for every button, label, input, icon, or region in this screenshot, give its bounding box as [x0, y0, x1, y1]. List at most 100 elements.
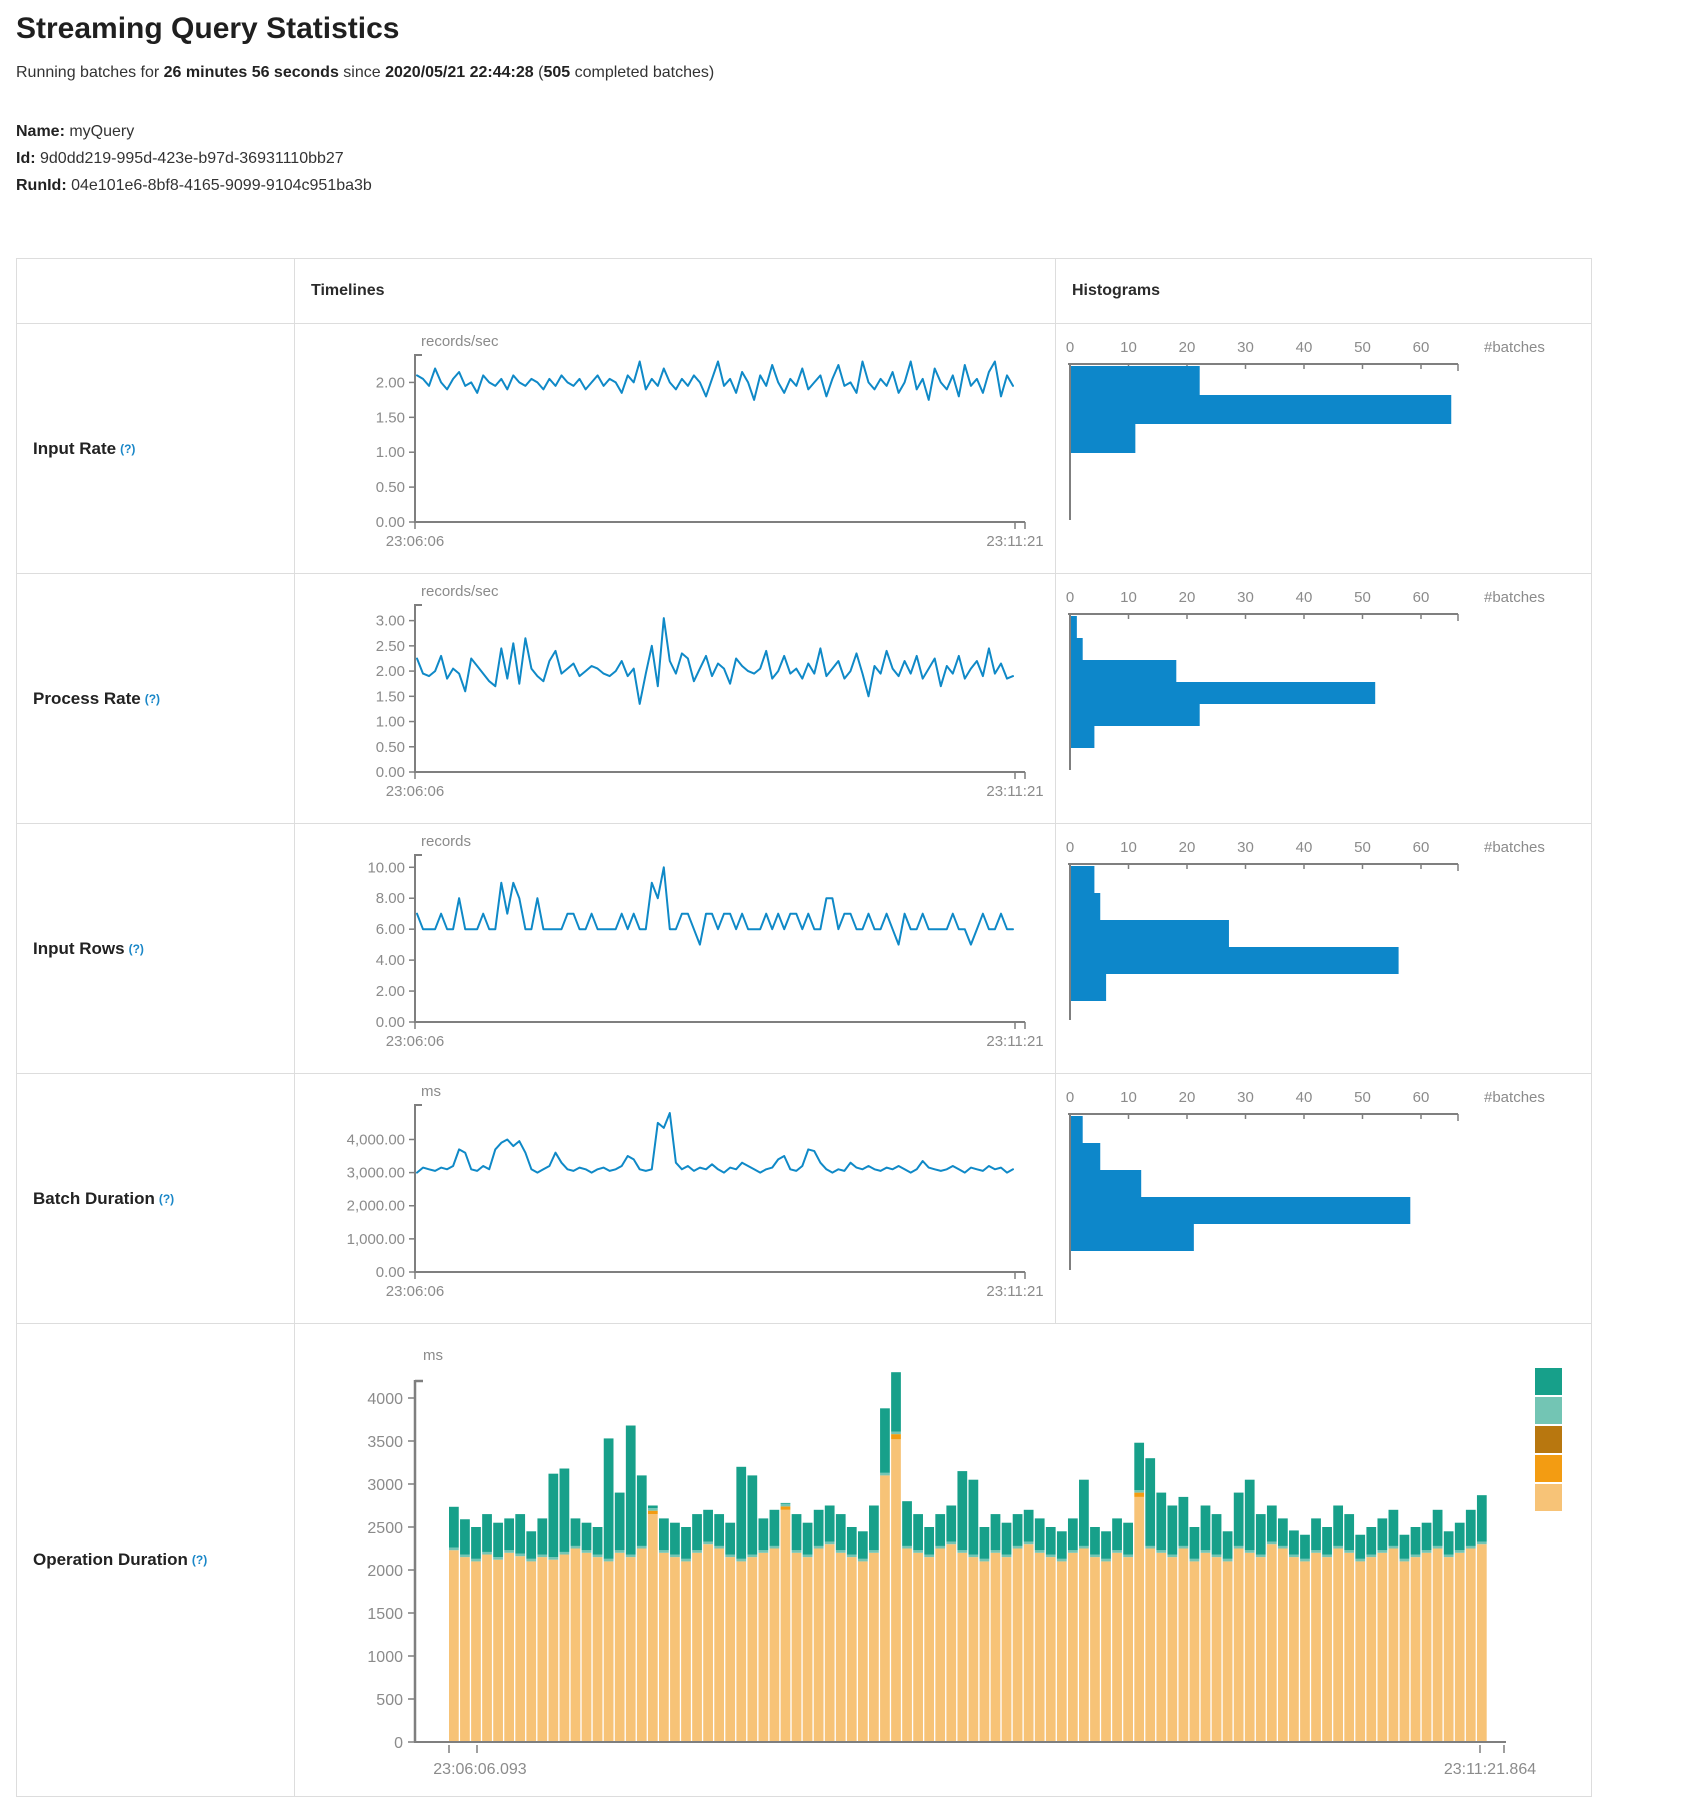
svg-text:records: records [421, 833, 471, 850]
svg-text:60: 60 [1413, 339, 1430, 356]
svg-text:records/sec: records/sec [421, 583, 499, 600]
input-rows-label: Input Rows [33, 939, 125, 959]
svg-text:23:11:21: 23:11:21 [986, 1033, 1043, 1050]
batch-duration-label-cell: Batch Duration (?) [17, 1074, 295, 1323]
process-rate-histogram-cell: 0102030405060#batches [1056, 574, 1591, 823]
svg-text:0: 0 [1066, 1089, 1074, 1106]
input-rows-help-icon[interactable]: (?) [129, 942, 144, 956]
svg-text:2.00: 2.00 [376, 983, 405, 1000]
svg-text:10: 10 [1120, 589, 1137, 606]
svg-text:4000: 4000 [367, 1391, 403, 1408]
svg-text:20: 20 [1179, 589, 1196, 606]
svg-text:1500: 1500 [367, 1606, 403, 1623]
input-rate-label: Input Rate [33, 439, 116, 459]
svg-text:records/sec: records/sec [421, 333, 499, 350]
input-rate-label-cell: Input Rate (?) [17, 324, 295, 573]
input-rate-histogram-cell: 0102030405060#batches [1056, 324, 1591, 573]
batch-duration-histogram-cell: 0102030405060#batches [1056, 1074, 1591, 1323]
svg-text:0: 0 [1066, 839, 1074, 856]
input-rows-histogram-chart: 0102030405060#batches [1056, 824, 1590, 1073]
summary-batch-count: 505 [543, 64, 570, 81]
svg-text:1.00: 1.00 [376, 714, 405, 731]
process-rate-help-icon[interactable]: (?) [145, 692, 160, 706]
svg-text:0.00: 0.00 [376, 1264, 405, 1281]
svg-text:3500: 3500 [367, 1434, 403, 1451]
process-rate-label-cell: Process Rate (?) [17, 574, 295, 823]
svg-text:0.50: 0.50 [376, 479, 405, 496]
operation-duration-help-icon[interactable]: (?) [192, 1553, 207, 1567]
query-runid-line: RunId: 04e101e6-8bf8-4165-9099-9104c951b… [16, 172, 372, 199]
svg-text:4.00: 4.00 [376, 952, 405, 969]
input-rate-timeline-cell: records/sec0.000.501.001.502.0023:06:062… [295, 324, 1056, 573]
batch-duration-help-icon[interactable]: (?) [159, 1192, 174, 1206]
svg-text:23:11:21: 23:11:21 [986, 783, 1043, 800]
svg-text:2,000.00: 2,000.00 [347, 1198, 405, 1215]
svg-text:50: 50 [1354, 839, 1371, 856]
svg-text:1,000.00: 1,000.00 [347, 1231, 405, 1248]
svg-text:1.50: 1.50 [376, 409, 405, 426]
svg-text:4,000.00: 4,000.00 [347, 1131, 405, 1148]
svg-text:23:11:21.864: 23:11:21.864 [1444, 1761, 1536, 1778]
svg-text:6.00: 6.00 [376, 921, 405, 938]
row-batch-duration: Batch Duration (?) ms 0.00 1,000.00 2,000.0… [17, 1073, 1591, 1323]
svg-text:23:11:21: 23:11:21 [986, 1283, 1043, 1300]
header-empty-cell [17, 259, 295, 323]
svg-text:3.00: 3.00 [376, 613, 405, 630]
legend-swatch-1 [1535, 1397, 1562, 1424]
svg-text:#batches: #batches [1484, 839, 1545, 856]
svg-text:2.50: 2.50 [376, 638, 405, 655]
svg-text:30: 30 [1237, 1089, 1254, 1106]
svg-text:2000: 2000 [367, 1563, 403, 1580]
summary-prefix: Running batches for [16, 64, 164, 81]
input-rows-label-cell: Input Rows (?) [17, 824, 295, 1073]
svg-text:23:06:06: 23:06:06 [386, 533, 444, 550]
svg-text:20: 20 [1179, 1089, 1196, 1106]
svg-text:3,000.00: 3,000.00 [347, 1165, 405, 1182]
svg-text:2.00: 2.00 [376, 374, 405, 391]
svg-text:8.00: 8.00 [376, 890, 405, 907]
svg-text:#batches: #batches [1484, 1089, 1545, 1106]
summary-suffix: completed batches) [570, 64, 714, 81]
input-rows-histogram-cell: 0102030405060#batches [1056, 824, 1591, 1073]
svg-text:0.00: 0.00 [376, 1014, 405, 1031]
svg-text:3000: 3000 [367, 1477, 403, 1494]
svg-text:23:06:06.093: 23:06:06.093 [433, 1761, 527, 1778]
query-id-line: Id: 9d0dd219-995d-423e-b97d-36931110bb27 [16, 145, 372, 172]
summary-paren: ( [534, 64, 544, 81]
svg-text:23:06:06: 23:06:06 [386, 1033, 444, 1050]
svg-text:0: 0 [1066, 589, 1074, 606]
svg-text:20: 20 [1179, 339, 1196, 356]
svg-text:40: 40 [1296, 339, 1313, 356]
svg-text:2500: 2500 [367, 1520, 403, 1537]
svg-text:0.50: 0.50 [376, 739, 405, 756]
svg-text:0: 0 [394, 1735, 403, 1752]
running-batches-summary: Running batches for 26 minutes 56 second… [16, 64, 714, 82]
batch-duration-label: Batch Duration [33, 1189, 155, 1209]
svg-text:50: 50 [1354, 589, 1371, 606]
row-operation-duration: Operation Duration (?) ms050010001500200… [17, 1323, 1591, 1796]
query-name-line: Name: myQuery [16, 118, 372, 145]
svg-text:40: 40 [1296, 839, 1313, 856]
operation-duration-chart-cell: ms0500100015002000250030003500400023:06:… [295, 1324, 1591, 1796]
svg-text:20: 20 [1179, 839, 1196, 856]
svg-text:#batches: #batches [1484, 589, 1545, 606]
row-input-rows: Input Rows (?) records 0.00 2.00 4.00 6.00 8.… [17, 823, 1591, 1073]
svg-text:500: 500 [376, 1692, 403, 1709]
summary-mid: since [339, 64, 385, 81]
operation-duration-stacked-chart: ms0500100015002000250030003500400023:06:… [295, 1324, 1590, 1796]
legend-swatch-2 [1535, 1426, 1562, 1453]
header-timelines: Timelines [295, 259, 1056, 323]
batch-duration-timeline-chart: ms 0.00 1,000.00 2,000.00 3,000.00 4,000.00 23… [295, 1074, 1056, 1323]
svg-text:23:06:06: 23:06:06 [386, 783, 444, 800]
svg-text:50: 50 [1354, 339, 1371, 356]
svg-text:30: 30 [1237, 589, 1254, 606]
row-input-rate: Input Rate (?) records/sec0.000.501.001.… [17, 323, 1591, 573]
batch-duration-timeline-cell: ms 0.00 1,000.00 2,000.00 3,000.00 4,000.00 23… [295, 1074, 1056, 1323]
svg-text:ms: ms [421, 1083, 441, 1100]
svg-text:23:11:21: 23:11:21 [986, 533, 1043, 550]
input-rows-timeline-cell: records0.002.004.006.008.0010.0023:06:06… [295, 824, 1056, 1073]
input-rate-timeline-chart: records/sec0.000.501.001.502.0023:06:062… [295, 324, 1056, 573]
process-rate-label: Process Rate [33, 689, 141, 709]
page-title: Streaming Query Statistics [16, 12, 399, 46]
input-rate-help-icon[interactable]: (?) [120, 442, 135, 456]
